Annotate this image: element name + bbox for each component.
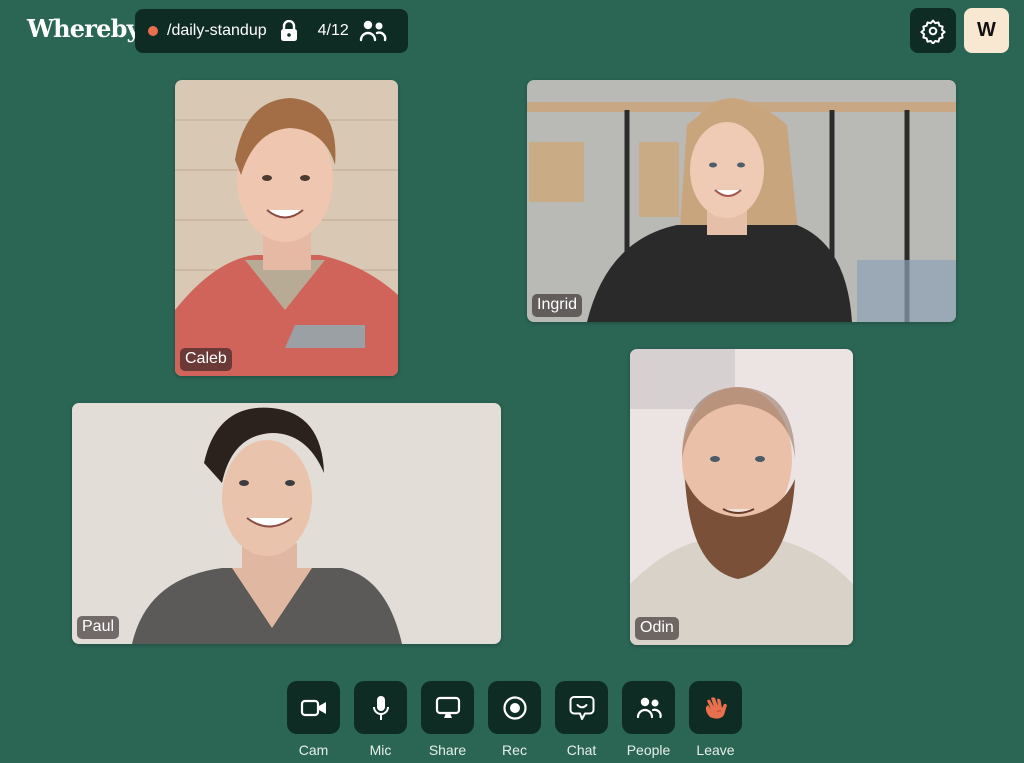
share-label: Share (428, 742, 467, 758)
screen-share-icon (435, 696, 460, 718)
participant-name-tag: Ingrid (532, 294, 583, 317)
leave-button[interactable]: Leave (689, 681, 742, 758)
lock-icon[interactable] (280, 20, 298, 42)
record-icon (502, 695, 527, 720)
video-tile-odin[interactable]: Odin (630, 349, 853, 645)
room-name: /daily-standup (167, 22, 267, 39)
gear-icon (920, 19, 946, 44)
participant-video (630, 349, 853, 645)
people-label: People (626, 742, 671, 758)
leave-label: Leave (696, 742, 735, 758)
participant-name-tag: Caleb (180, 348, 232, 371)
rec-button[interactable]: Rec (488, 681, 541, 758)
chat-label: Chat (566, 742, 597, 758)
mic-label: Mic (369, 742, 392, 758)
video-tile-paul[interactable]: Paul (72, 403, 501, 644)
chat-button[interactable]: Chat (555, 681, 608, 758)
recording-dot-icon (148, 26, 158, 36)
waving-hand-icon (705, 696, 727, 719)
people-button[interactable]: People (622, 681, 675, 758)
share-button[interactable]: Share (421, 681, 474, 758)
participant-video (72, 403, 501, 644)
participant-video (175, 80, 398, 376)
rec-label: Rec (502, 742, 527, 758)
video-tile-caleb[interactable]: Caleb (175, 80, 398, 376)
user-avatar[interactable]: W (964, 8, 1009, 53)
call-controls-toolbar: Cam Mic Share Rec Chat People Leave (287, 681, 742, 758)
cam-label: Cam (298, 742, 329, 758)
microphone-icon (372, 695, 389, 720)
settings-button[interactable] (910, 8, 956, 53)
people-icon (636, 697, 662, 718)
participant-name-tag: Odin (635, 617, 679, 640)
camera-icon (300, 699, 326, 716)
participant-name-tag: Paul (77, 616, 120, 639)
cam-button[interactable]: Cam (287, 681, 340, 758)
whereby-logo: Whereby (27, 14, 141, 43)
participant-video (527, 80, 956, 322)
room-info-pill[interactable]: /daily-standup 4/12 (135, 9, 408, 53)
people-icon[interactable] (359, 19, 387, 43)
chat-icon (569, 695, 594, 720)
video-tile-ingrid[interactable]: Ingrid (527, 80, 956, 322)
participant-count: 4/12 (317, 22, 349, 39)
mic-button[interactable]: Mic (354, 681, 407, 758)
